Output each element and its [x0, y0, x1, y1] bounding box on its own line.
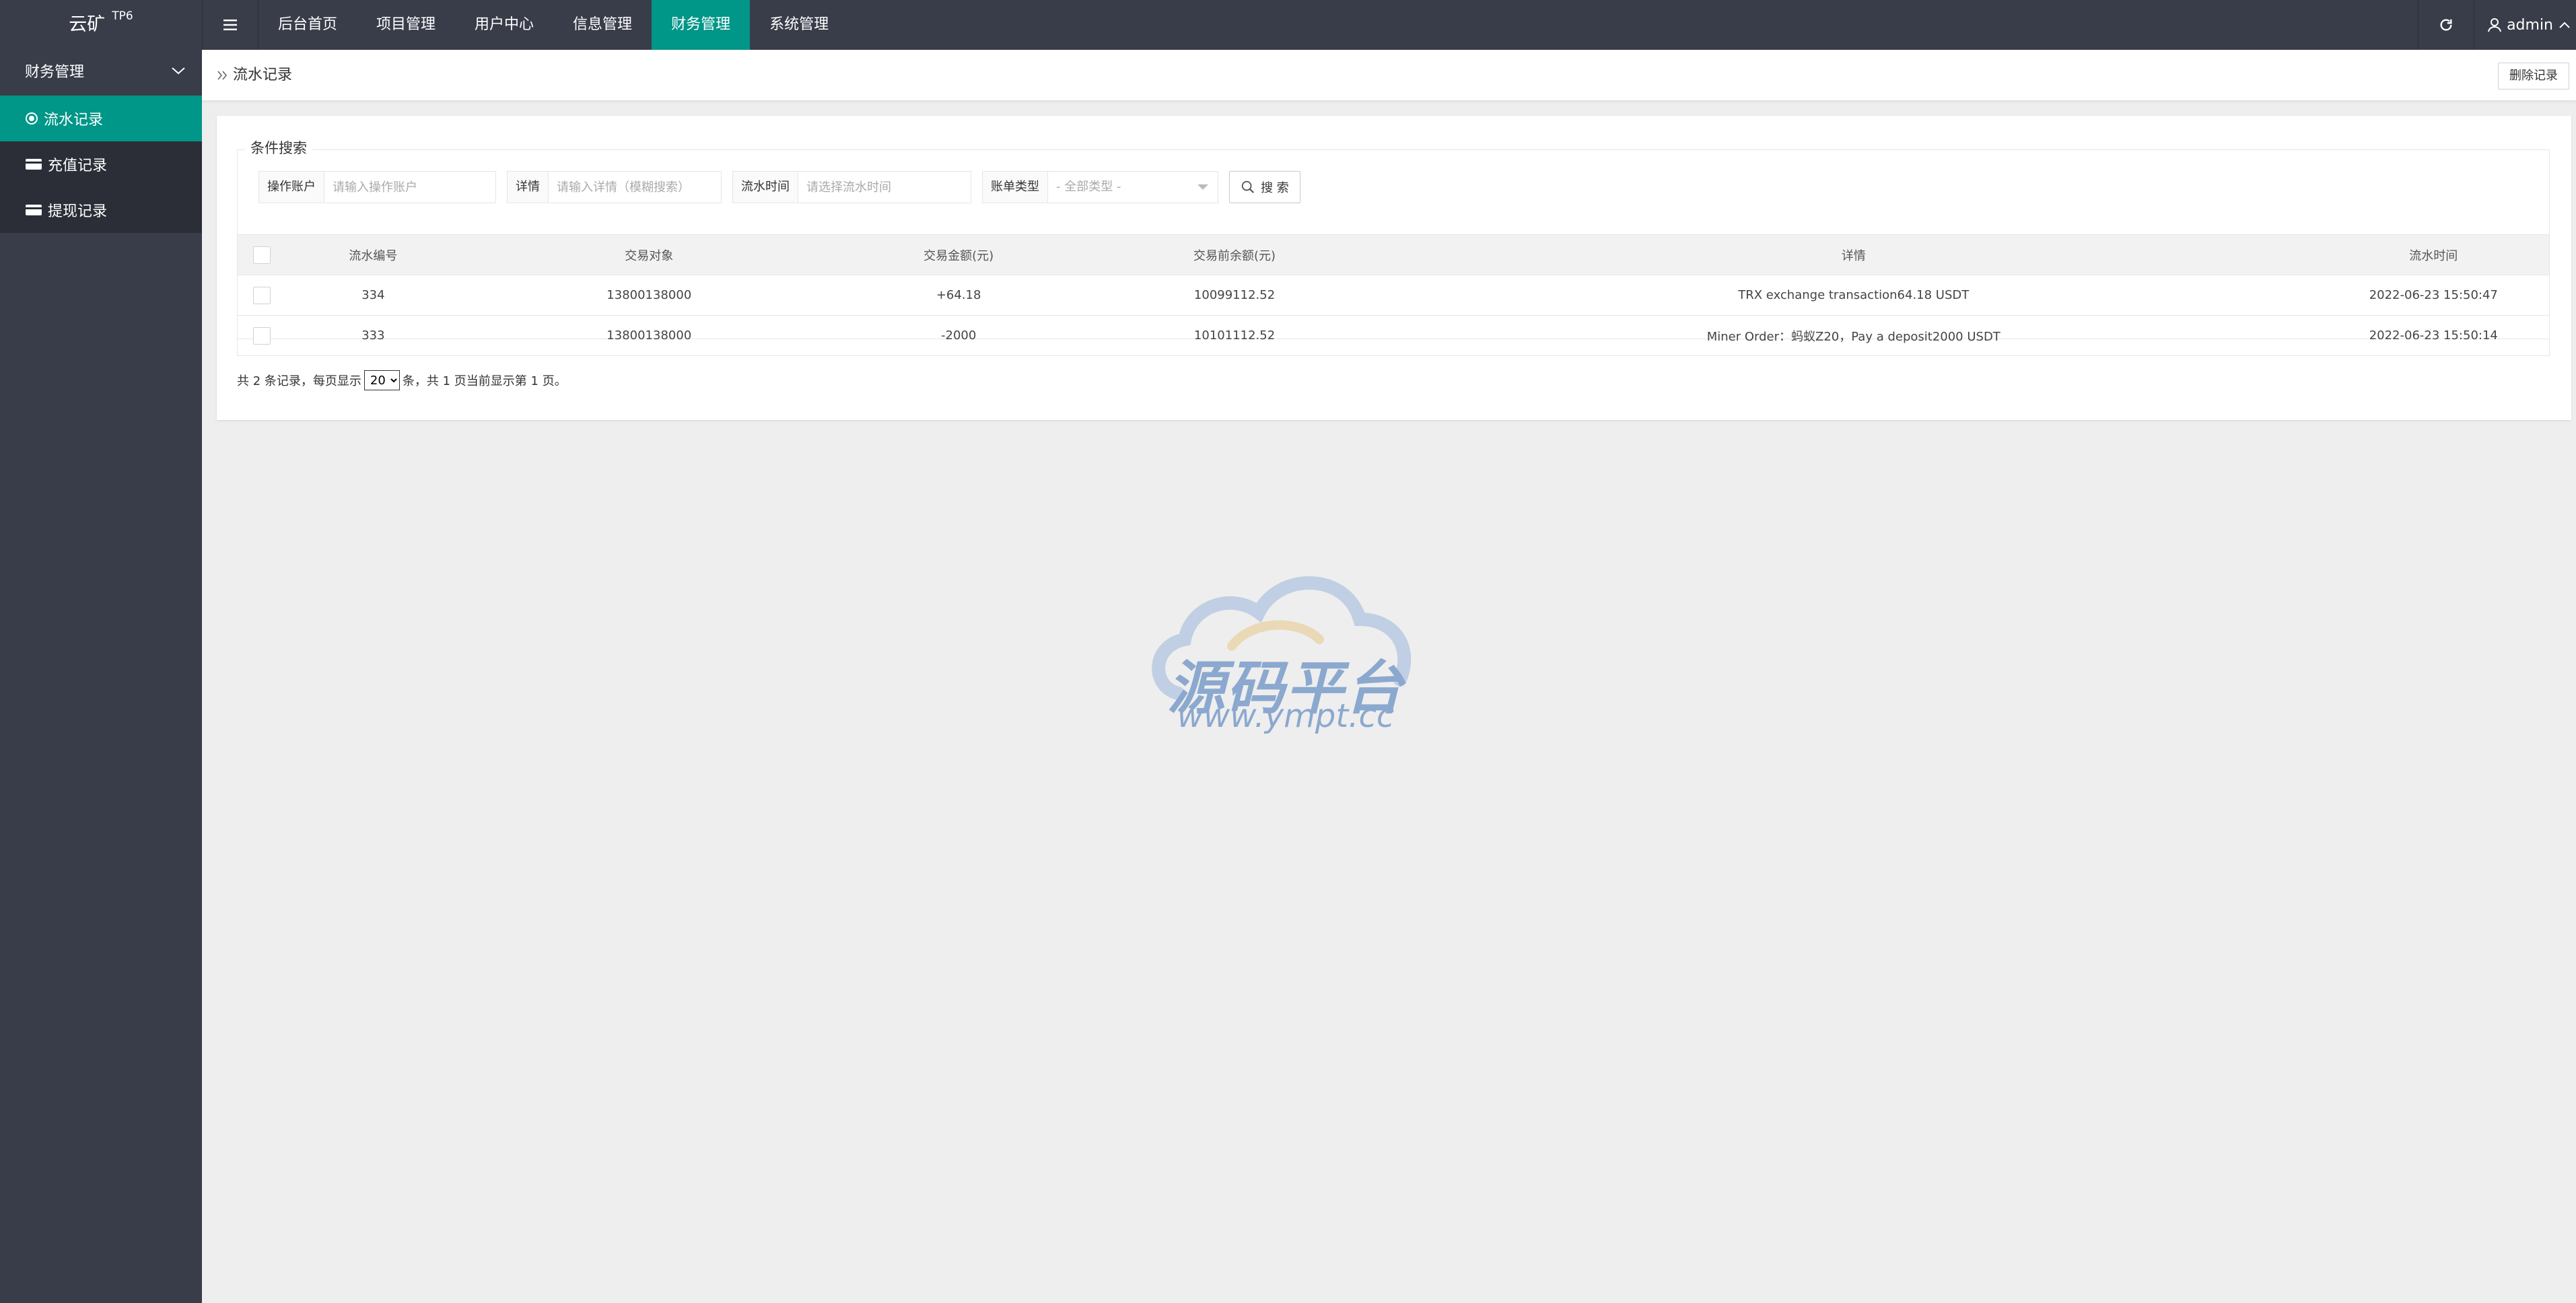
detail-field: 详情 — [507, 171, 722, 203]
nav-projects[interactable]: 项目管理 — [357, 0, 455, 50]
cell-detail: Miner Order：蚂蚁Z20，Pay a deposit2000 USDT — [1389, 315, 2318, 356]
breadcrumb-bar: 流水记录 删除记录 — [202, 50, 2576, 101]
col-header-target: 交易对象 — [460, 234, 838, 275]
top-header: 云矿 TP6 后台首页 项目管理 用户中心 信息管理 财务管理 系统管理 admi… — [0, 0, 2576, 50]
cell-time: 2022-06-23 15:50:14 — [2318, 315, 2550, 356]
sidebar-item-label: 流水记录 — [44, 112, 104, 129]
table-header-row: 流水编号 交易对象 交易金额(元) 交易前余额(元) 详情 流水时间 — [237, 234, 2550, 275]
table-row: 334 13800138000 +64.18 10099112.52 TRX e… — [237, 275, 2550, 316]
transactions-table: 流水编号 交易对象 交易金额(元) 交易前余额(元) 详情 流水时间 334 1… — [237, 234, 2550, 356]
cell-time: 2022-06-23 15:50:47 — [2318, 275, 2550, 316]
table-row: 333 13800138000 -2000 10101112.52 Miner … — [237, 315, 2550, 356]
hamburger-icon — [223, 20, 237, 30]
cell-id: 334 — [285, 275, 461, 316]
card-icon — [26, 205, 42, 215]
sidebar-item-recharge[interactable]: 充值记录 — [0, 141, 202, 187]
app-logo[interactable]: 云矿 TP6 — [0, 0, 202, 50]
chevron-down-icon — [172, 67, 185, 75]
watermark: 源码平台 www.ympt.cc — [1138, 565, 1434, 735]
cell-amount: -2000 — [837, 315, 1080, 356]
detail-label: 详情 — [508, 172, 549, 203]
menu-toggle-button[interactable] — [202, 0, 258, 50]
col-header-amount: 交易金额(元) — [837, 234, 1080, 275]
logo-version: TP6 — [112, 9, 133, 23]
detail-input[interactable] — [549, 172, 721, 203]
bill-type-value: - 全部类型 - — [1056, 180, 1121, 194]
time-label: 流水时间 — [733, 172, 798, 203]
col-header-detail: 详情 — [1389, 234, 2318, 275]
row-checkbox[interactable] — [252, 286, 271, 304]
chevron-up-icon — [2559, 22, 2570, 28]
row-select-cell — [237, 275, 286, 316]
nav-users[interactable]: 用户中心 — [455, 0, 553, 50]
bill-type-field: 账单类型 - 全部类型 - — [982, 171, 1218, 203]
account-label: 操作账户 — [259, 172, 324, 203]
pagination: 共 2 条记录，每页显示 20 条，共 1 页当前显示第 1 页。 — [237, 370, 567, 390]
user-icon — [2488, 18, 2502, 32]
card-icon — [26, 159, 42, 170]
col-header-before: 交易前余额(元) — [1080, 234, 1389, 275]
select-all-checkbox[interactable] — [252, 246, 271, 264]
double-chevron-right-icon — [217, 71, 228, 80]
cell-target: 13800138000 — [460, 275, 838, 316]
refresh-icon — [2440, 19, 2452, 31]
page-title: 流水记录 — [233, 67, 293, 83]
sidebar-group-finance[interactable]: 财务管理 — [0, 50, 202, 96]
main-panel: 条件搜索 操作账户 详情 流水时间 账单类型 - 全部类型 - 搜 索 — [217, 116, 2571, 420]
top-nav: 后台首页 项目管理 用户中心 信息管理 财务管理 系统管理 — [258, 0, 848, 50]
cell-detail: TRX exchange transaction64.18 USDT — [1389, 275, 2318, 316]
nav-info[interactable]: 信息管理 — [553, 0, 652, 50]
sidebar-group-label: 财务管理 — [25, 64, 85, 81]
cell-amount: +64.18 — [837, 275, 1080, 316]
sidebar-item-transactions[interactable]: 流水记录 — [0, 96, 202, 141]
select-all-cell — [237, 234, 286, 275]
account-input[interactable] — [324, 172, 495, 203]
page-size-select[interactable]: 20 — [363, 370, 400, 390]
refresh-button[interactable] — [2418, 0, 2475, 50]
row-select-cell — [237, 315, 286, 356]
col-header-id: 流水编号 — [285, 234, 461, 275]
cell-before: 10101112.52 — [1080, 315, 1389, 356]
sidebar: 财务管理 流水记录 充值记录 提现记录 — [0, 50, 202, 1303]
sidebar-item-label: 充值记录 — [48, 157, 108, 174]
account-field: 操作账户 — [258, 171, 496, 203]
sidebar-item-label: 提现记录 — [48, 203, 108, 220]
header-right: admin — [2418, 0, 2576, 50]
nav-home[interactable]: 后台首页 — [258, 0, 357, 50]
nav-system[interactable]: 系统管理 — [750, 0, 848, 50]
breadcrumb: 流水记录 — [217, 50, 292, 101]
radio-icon — [26, 112, 38, 125]
username: admin — [2507, 16, 2553, 34]
bill-type-label: 账单类型 — [983, 172, 1048, 203]
cell-id: 333 — [285, 315, 461, 356]
delete-records-button[interactable]: 删除记录 — [2498, 63, 2569, 90]
cell-target: 13800138000 — [460, 315, 838, 356]
sidebar-submenu: 流水记录 充值记录 提现记录 — [0, 96, 202, 233]
user-menu[interactable]: admin — [2474, 0, 2576, 50]
pager-suffix: 条，共 1 页当前显示第 1 页。 — [402, 374, 567, 388]
time-input[interactable] — [798, 172, 971, 203]
row-checkbox[interactable] — [252, 326, 271, 345]
search-form: 操作账户 详情 流水时间 账单类型 - 全部类型 - 搜 索 — [258, 171, 1300, 203]
search-icon — [1241, 180, 1255, 194]
logo-text: 云矿 — [69, 14, 106, 35]
time-field: 流水时间 — [732, 171, 971, 203]
search-button[interactable]: 搜 索 — [1229, 171, 1300, 203]
sidebar-item-withdraw[interactable]: 提现记录 — [0, 187, 202, 233]
watermark-url: www.ympt.cc — [1177, 697, 1395, 735]
search-button-label: 搜 索 — [1261, 181, 1289, 195]
pager-prefix: 共 2 条记录，每页显示 — [237, 374, 361, 388]
bill-type-select[interactable]: - 全部类型 - — [1048, 172, 1218, 203]
cell-before: 10099112.52 — [1080, 275, 1389, 316]
search-legend: 条件搜索 — [245, 137, 312, 157]
nav-finance[interactable]: 财务管理 — [652, 0, 751, 50]
caret-down-icon — [1197, 184, 1208, 190]
col-header-time: 流水时间 — [2318, 234, 2550, 275]
